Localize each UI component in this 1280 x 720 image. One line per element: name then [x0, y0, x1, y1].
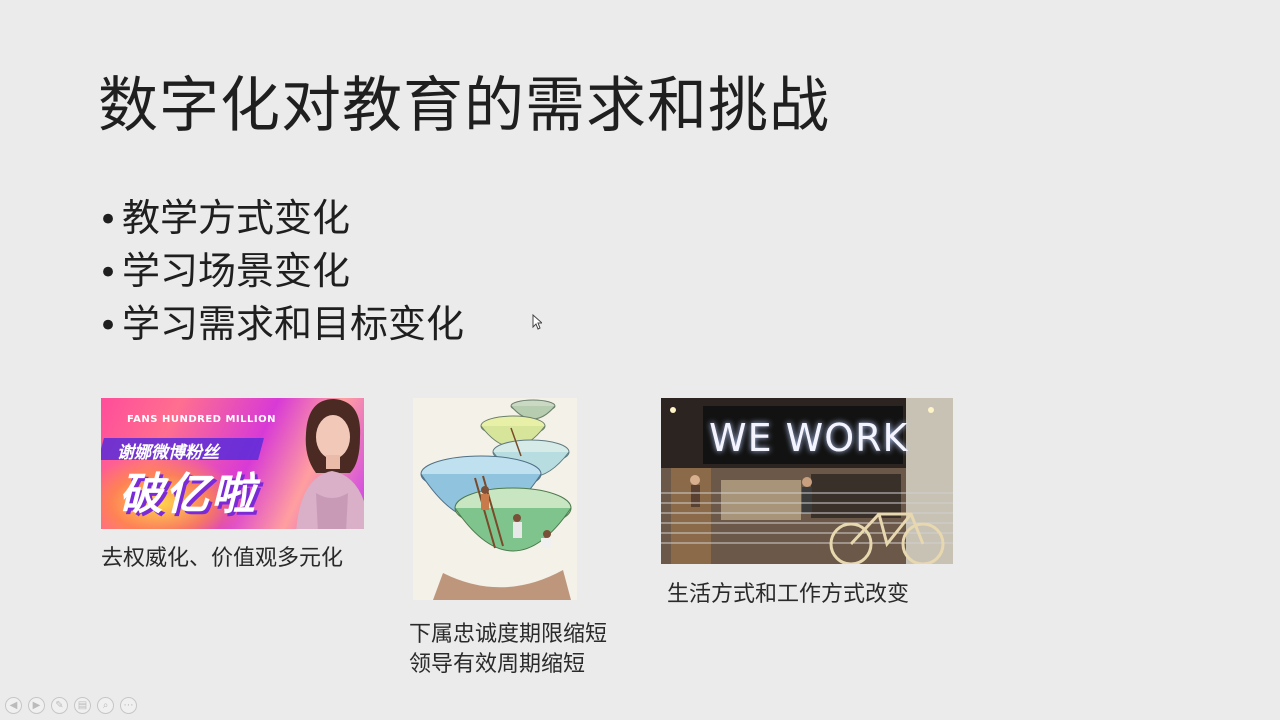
- bullet-item: • 教学方式变化: [98, 192, 464, 245]
- slideshow-toolbar: ◀ ▶ ✎ ▤ ⌕ ⋯: [5, 697, 137, 714]
- caption-line-leadership-period: 领导有效周期缩短: [409, 652, 586, 677]
- bullet-label: 学习场景变化: [122, 249, 351, 293]
- wework-photo-image: WE WORK: [661, 398, 953, 564]
- pen-icon[interactable]: ✎: [51, 697, 68, 714]
- nested-bowls-icon: [413, 398, 577, 600]
- bullet-list: • 教学方式变化 • 学习场景变化 • 学习需求和目标变化: [98, 192, 464, 351]
- bullet-label: 学习需求和目标变化: [122, 302, 465, 346]
- banner-small-text: FANS HUNDRED MILLION: [127, 414, 276, 425]
- bullet-dot-icon: •: [98, 306, 119, 346]
- zoom-icon[interactable]: ⌕: [97, 697, 114, 714]
- caption-loyalty: 下属忠诚度期限缩短 领导有效周期缩短: [409, 620, 649, 680]
- bowls-illustration-image: [413, 398, 577, 600]
- next-slide-icon[interactable]: ▶: [28, 697, 45, 714]
- bullet-label: 教学方式变化: [122, 196, 351, 240]
- more-options-icon[interactable]: ⋯: [120, 697, 137, 714]
- bullet-item: • 学习场景变化: [98, 245, 464, 298]
- person-portrait-icon: [296, 399, 364, 529]
- caption-lifestyle: 生活方式和工作方式改变: [667, 582, 910, 607]
- slides-grid-icon[interactable]: ▤: [74, 697, 91, 714]
- caption-line-loyalty-period: 下属忠诚度期限缩短: [409, 622, 608, 647]
- bullet-item: • 学习需求和目标变化: [98, 298, 464, 351]
- bullet-dot-icon: •: [98, 253, 119, 293]
- slide-title: 数字化对教育的需求和挑战: [98, 71, 830, 141]
- weibo-banner-image: FANS HUNDRED MILLION 谢娜微博粉丝 破亿啦: [101, 398, 364, 529]
- neon-sign-text: WE WORK: [709, 416, 909, 460]
- mouse-cursor-icon: [532, 314, 542, 330]
- prev-slide-icon[interactable]: ◀: [5, 697, 22, 714]
- caption-decentralization: 去权威化、价值观多元化: [101, 546, 344, 571]
- banner-big-text: 破亿啦: [119, 469, 257, 520]
- bullet-dot-icon: •: [98, 200, 119, 240]
